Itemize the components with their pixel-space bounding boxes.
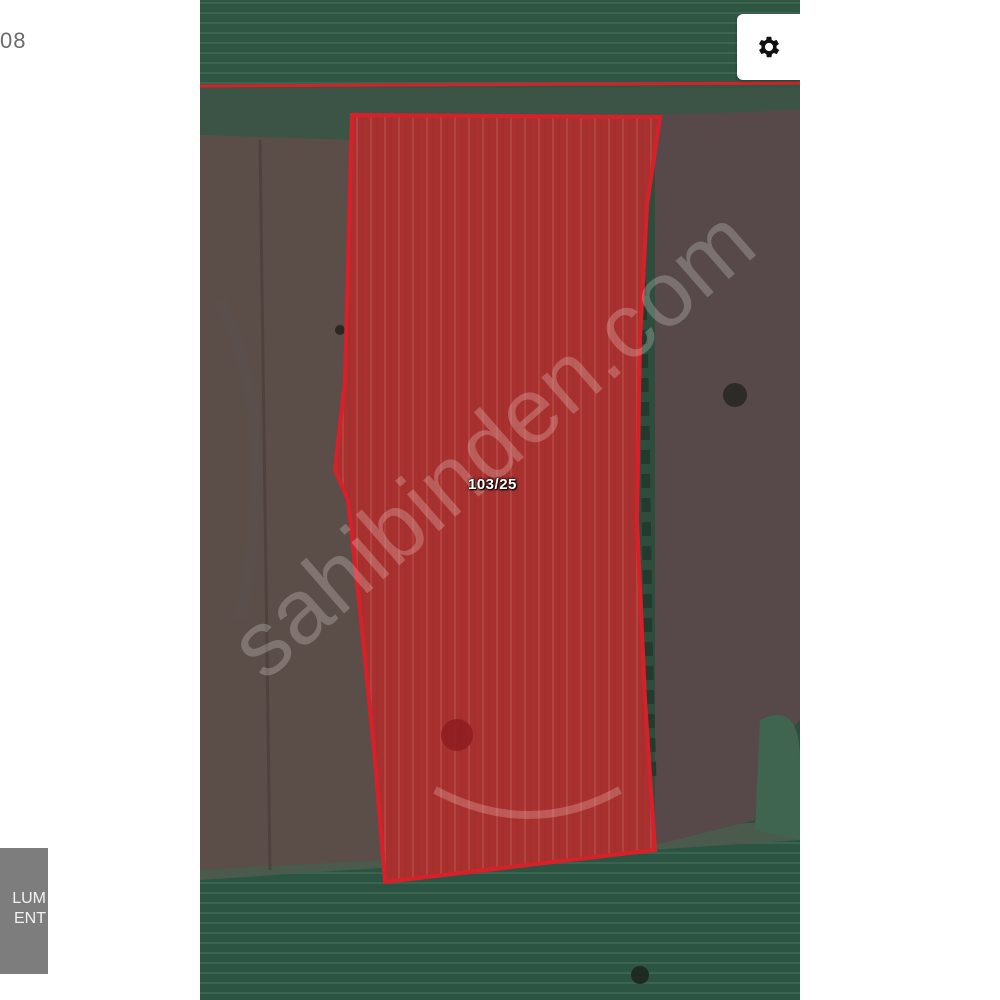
agent-logo-card[interactable]: LUM ENT <box>0 848 48 974</box>
listing-number-fragment: 08 <box>0 28 27 53</box>
satellite-map[interactable]: sahibinden.com 103/25 <box>200 0 800 1000</box>
right-panel <box>800 0 1000 1000</box>
settings-button[interactable] <box>737 14 800 80</box>
left-panel: 08 LUM ENT <box>0 0 200 1000</box>
gear-icon <box>758 36 779 58</box>
parcel-number-label: 103/25 <box>468 476 517 493</box>
agent-logo-line2: ENT <box>14 910 46 927</box>
map-imagery <box>200 0 800 1000</box>
agent-logo-line1: LUM <box>12 890 46 907</box>
